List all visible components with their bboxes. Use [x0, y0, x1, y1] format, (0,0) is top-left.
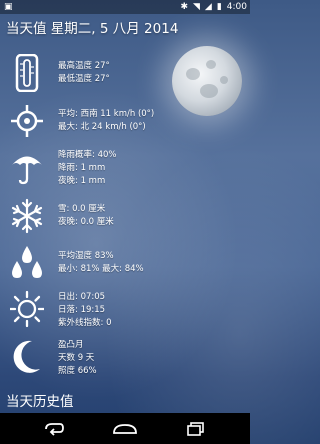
- wifi-icon: ◥: [192, 2, 200, 12]
- raindrops-icon: [10, 244, 44, 282]
- moon-illumination: 照度 66%: [58, 366, 97, 376]
- home-button[interactable]: [105, 413, 145, 444]
- navigation-bar: [0, 413, 250, 444]
- status-bar: ▣ ✱ ◥ ◢ ▮ 4:00: [0, 0, 250, 14]
- recents-icon: [187, 421, 204, 436]
- home-icon: [113, 423, 137, 434]
- temperature-low: 最低温度 27°: [58, 74, 110, 84]
- compass-icon: [10, 102, 44, 140]
- snow-day: 雪: 0.0 厘米: [58, 204, 106, 214]
- back-icon: [45, 422, 64, 436]
- sunrise: 日出: 07:05: [58, 292, 106, 302]
- thermometer-icon: [10, 53, 44, 93]
- battery-icon: ▮: [216, 2, 222, 12]
- snowflake-icon: [10, 197, 44, 235]
- recents-button[interactable]: [176, 413, 216, 444]
- wind-average: 平均: 西南 11 km/h (0°): [58, 109, 155, 119]
- rain-probability: 降雨概率: 40%: [58, 150, 117, 160]
- humidity-average: 平均湿度 83%: [58, 251, 114, 261]
- moon-crescent-icon: [10, 338, 44, 376]
- status-time: 4:00: [226, 2, 247, 12]
- history-title[interactable]: 当天历史值: [6, 390, 74, 410]
- snow-night: 夜晚: 0.0 厘米: [58, 217, 114, 227]
- temperature-high: 最高温度 27°: [58, 61, 110, 71]
- sunset: 日落: 19:15: [58, 305, 106, 315]
- back-button[interactable]: [34, 413, 74, 444]
- uv-index: 紫外线指数: 0: [58, 318, 112, 328]
- page-title: 当天值 星期二, 5 八月 2014: [6, 21, 179, 37]
- rain-night: 夜晚: 1 mm: [58, 176, 106, 186]
- wind-max: 最大: 北 24 km/h (0°): [58, 122, 146, 132]
- bluetooth-icon: ✱: [180, 2, 188, 12]
- sun-icon: [8, 290, 46, 328]
- moon-image: [172, 46, 242, 116]
- rain-amount: 降雨: 1 mm: [58, 163, 106, 173]
- signal-icon: ◢: [204, 2, 212, 12]
- notification-icon: ▣: [4, 2, 13, 12]
- umbrella-icon: [10, 148, 44, 186]
- humidity-minmax: 最小: 81% 最大: 84%: [58, 264, 144, 274]
- moon-days: 天数 9 天: [58, 353, 95, 363]
- moon-phase: 盈凸月: [58, 340, 84, 350]
